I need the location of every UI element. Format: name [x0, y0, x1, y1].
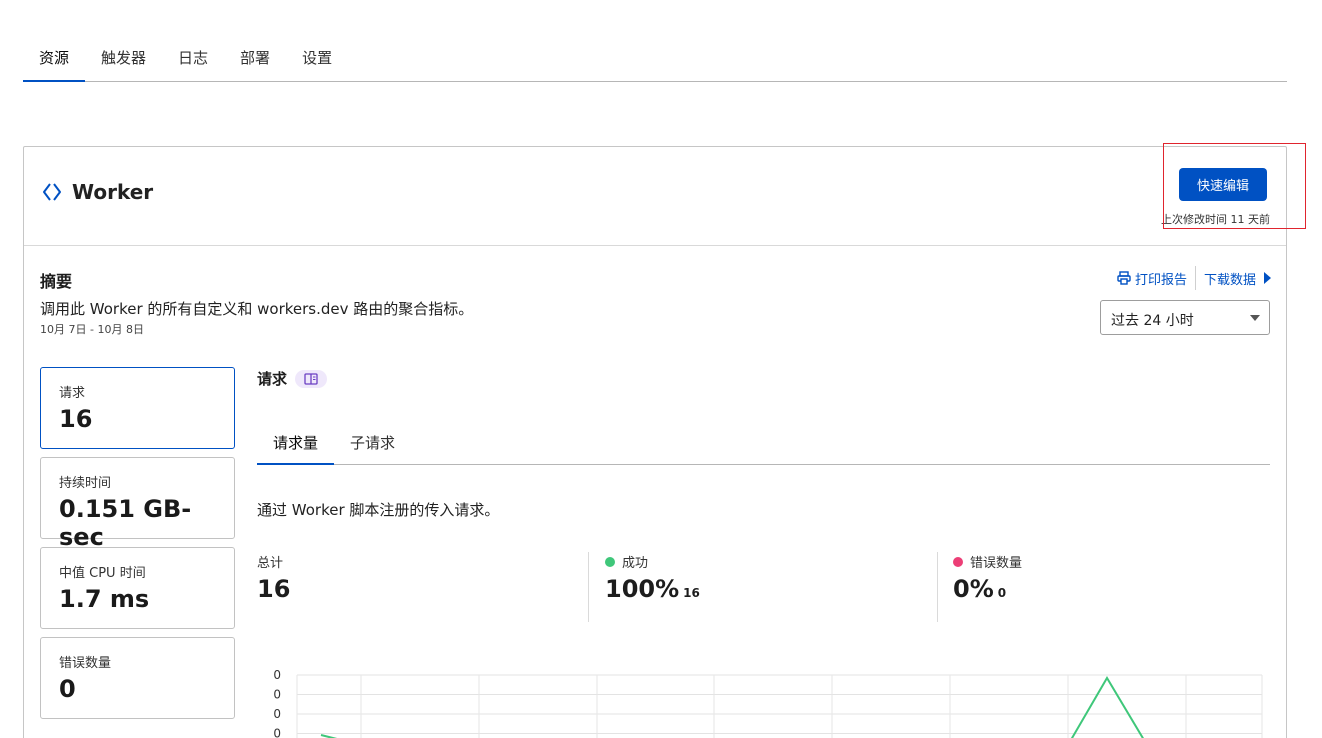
docs-badge[interactable]: [295, 369, 328, 388]
time-range-select[interactable]: 过去 24 小时: [1100, 300, 1270, 335]
stat-success-value-row: 100% 16: [605, 575, 700, 603]
action-divider: [1194, 266, 1196, 290]
requests-description: 通过 Worker 脚本注册的传入请求。: [257, 501, 500, 519]
print-report-label: 打印报告: [1134, 272, 1187, 288]
metric-label: 持续时间: [59, 476, 112, 491]
stat-success-count: 16: [683, 586, 700, 600]
tab-logs[interactable]: 日志: [162, 34, 224, 82]
time-range-value: 过去 24 小时: [1111, 313, 1194, 329]
quick-edit-button[interactable]: 快速编辑: [1179, 168, 1267, 201]
stat-error-value-row: 0% 0: [953, 575, 1022, 603]
requests-title-label: 请求: [257, 370, 288, 388]
error-dot-icon: [953, 556, 963, 567]
metric-tile-requests[interactable]: 请求 16: [40, 367, 235, 449]
stat-total-value: 16: [257, 575, 291, 603]
requests-tab-bar: 请求量 子请求: [257, 418, 1270, 465]
printer-icon: [1117, 271, 1131, 285]
metric-tile-errors[interactable]: 错误数量 0: [40, 637, 235, 719]
metric-label: 中值 CPU 时间: [59, 566, 146, 581]
metric-tile-duration[interactable]: 持续时间 0.151 GB-sec: [40, 457, 235, 551]
requests-title: 请求: [257, 368, 328, 389]
tab-triggers[interactable]: 触发器: [85, 34, 162, 82]
worker-icon: [43, 183, 61, 201]
stat-divider: [588, 552, 589, 622]
stat-error-count: 0: [997, 586, 1007, 600]
metric-value: 0.151 GB-sec: [59, 495, 192, 551]
requests-line-chart: 0 0 0 0: [273, 668, 1263, 738]
book-icon: [304, 372, 318, 385]
chevron-down-icon: [1250, 315, 1260, 321]
worker-card: Worker 快速编辑 上次修改时间 11 天前 摘要 调用此 Worker 的…: [23, 146, 1287, 738]
metric-value: 0: [59, 675, 76, 703]
worker-title: Worker: [72, 180, 154, 204]
y-tick-label: 0: [273, 668, 281, 682]
success-dot-icon: [605, 556, 615, 567]
stat-total: 总计 16: [257, 552, 290, 622]
stat-errors: 错误数量 0% 0: [953, 552, 1022, 622]
summary-date-range: 10月 7日 - 10月 8日: [40, 323, 144, 336]
top-tab-bar: 资源 触发器 日志 部署 设置: [23, 34, 1287, 82]
metric-label: 错误数量: [59, 656, 112, 671]
print-report-link[interactable]: 打印报告: [1117, 269, 1187, 288]
y-tick-label: 0: [273, 707, 281, 721]
tab-deployments[interactable]: 部署: [224, 34, 286, 82]
stat-success-header: 成功: [605, 552, 700, 571]
stat-success-label: 成功: [622, 556, 649, 571]
tab-subrequests[interactable]: 子请求: [334, 418, 411, 465]
tab-request-volume[interactable]: 请求量: [257, 418, 335, 465]
stat-error-header: 错误数量: [953, 552, 1022, 571]
report-actions: 打印报告 下载数据: [1117, 266, 1271, 290]
download-data-link[interactable]: 下载数据: [1204, 269, 1271, 288]
metric-label: 请求: [59, 386, 86, 401]
stat-total-label: 总计: [257, 556, 284, 571]
tab-resources[interactable]: 资源: [23, 34, 86, 82]
stat-error-value: 0%: [953, 575, 994, 603]
summary-title: 摘要: [40, 272, 73, 291]
caret-right-icon: [1264, 272, 1271, 284]
metric-tile-cpu-time[interactable]: 中值 CPU 时间 1.7 ms: [40, 547, 235, 629]
download-data-label: 下载数据: [1203, 272, 1256, 288]
stat-success-value: 100%: [605, 575, 680, 603]
summary-description: 调用此 Worker 的所有自定义和 workers.dev 路由的聚合指标。: [40, 300, 474, 318]
card-header: Worker 快速编辑 上次修改时间 11 天前: [24, 147, 1286, 246]
tab-settings[interactable]: 设置: [286, 34, 348, 82]
y-tick-label: 0: [273, 727, 281, 738]
last-modified-text: 上次修改时间 11 天前: [1161, 213, 1270, 226]
metric-value: 16: [59, 405, 93, 433]
success-series-line: [320, 676, 1144, 738]
stat-error-label: 错误数量: [970, 556, 1023, 571]
y-tick-label: 0: [273, 688, 281, 702]
stat-success: 成功 100% 16: [605, 552, 700, 622]
stat-divider: [937, 552, 938, 622]
metric-value: 1.7 ms: [59, 585, 150, 613]
